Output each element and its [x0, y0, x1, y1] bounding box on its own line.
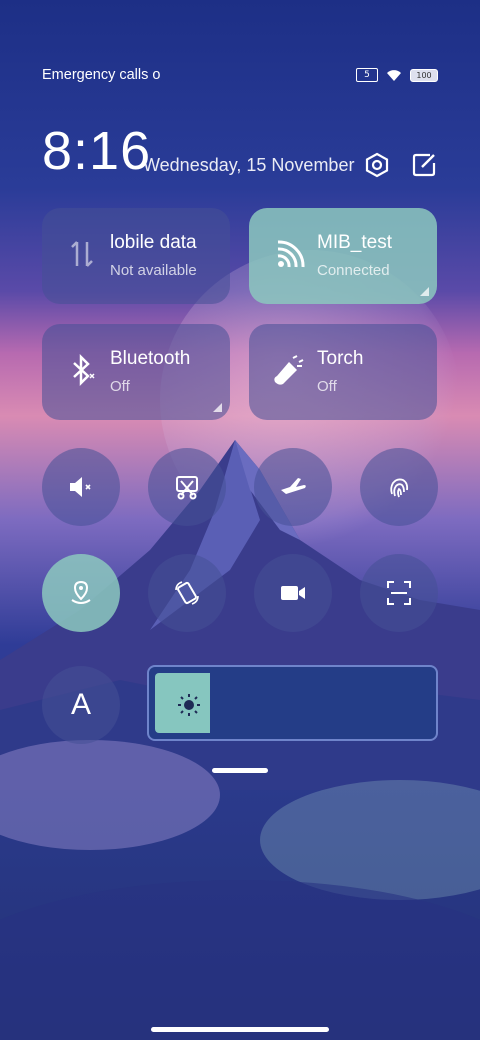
location-toggle[interactable] — [42, 554, 120, 632]
location-icon — [71, 580, 91, 604]
airplane-icon — [281, 478, 306, 494]
tile-wifi-status: Connected — [317, 262, 390, 279]
font-size-icon: A — [70, 688, 91, 721]
battery-icon: 100 — [410, 68, 438, 82]
auto-rotate-icon — [175, 581, 199, 605]
airplane-toggle[interactable] — [254, 448, 332, 526]
expand-corner-icon[interactable] — [420, 287, 429, 296]
screenshot-toggle[interactable] — [148, 448, 226, 526]
mobile-data-icon — [71, 241, 93, 267]
cloud-decoration — [0, 880, 480, 1040]
tile-torch[interactable]: Torch Off — [249, 324, 437, 420]
status-icons: 5 100 — [356, 68, 438, 82]
auto-rotate-toggle[interactable] — [148, 554, 226, 632]
tile-wifi-label: MIB_test — [317, 232, 392, 253]
tile-mobile-data-status: Not available — [110, 262, 197, 279]
edit-icon[interactable] — [410, 151, 438, 179]
carrier-text: Emergency calls o — [42, 67, 161, 83]
tile-bluetooth-label: Bluetooth — [110, 348, 191, 369]
torch-icon — [274, 355, 304, 385]
brightness-icon — [178, 694, 200, 716]
mute-toggle[interactable] — [42, 448, 120, 526]
tile-torch-label: Torch — [317, 348, 364, 369]
fingerprint-icon — [390, 478, 409, 498]
font-size-toggle[interactable]: A — [42, 666, 120, 744]
scan-icon — [387, 581, 411, 605]
scan-toggle[interactable] — [360, 554, 438, 632]
clock-date: Wednesday, 15 November — [143, 155, 355, 175]
wifi-icon — [277, 240, 305, 268]
screenshot-icon — [176, 476, 198, 500]
expand-corner-icon[interactable] — [213, 403, 222, 412]
wifi-status-icon — [387, 70, 401, 81]
settings-icon[interactable] — [363, 151, 391, 179]
brightness-slider[interactable] — [147, 665, 438, 741]
tile-bluetooth-status: Off — [110, 378, 130, 395]
fingerprint-toggle[interactable] — [360, 448, 438, 526]
tile-torch-status: Off — [317, 378, 337, 395]
tile-mobile-data-label: lobile data — [110, 232, 197, 253]
control-center: Emergency calls o 5 100 8:16 Wednesday, … — [0, 0, 480, 1040]
status-bar: Emergency calls o 5 100 — [0, 62, 480, 90]
signal-icon: 5 — [356, 68, 378, 82]
mute-icon — [70, 477, 91, 497]
drag-handle[interactable] — [212, 768, 268, 773]
screen-record-toggle[interactable] — [254, 554, 332, 632]
bluetooth-icon — [73, 353, 95, 387]
screen-record-icon — [281, 586, 305, 600]
tile-wifi[interactable]: MIB_test Connected — [249, 208, 437, 304]
home-indicator[interactable] — [151, 1027, 329, 1032]
tile-mobile-data[interactable]: lobile data Not available — [42, 208, 230, 304]
clock-time: 8:16 — [42, 121, 152, 181]
tile-bluetooth[interactable]: Bluetooth Off — [42, 324, 230, 420]
